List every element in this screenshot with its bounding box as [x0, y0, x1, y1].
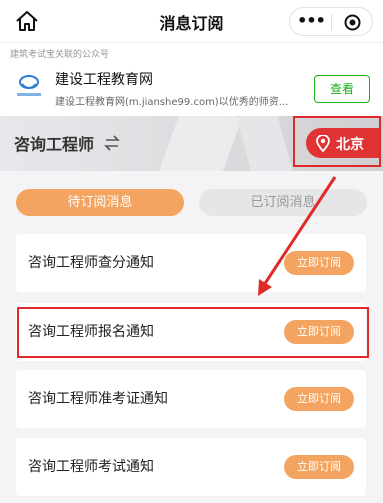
account-name: 建设工程教育网	[55, 72, 153, 88]
banner-decoration	[158, 116, 242, 171]
tab-pending-subscriptions[interactable]: 待订阅消息	[16, 189, 184, 216]
top-bar: 消息订阅 •••	[0, 0, 383, 42]
notification-label: 咨询工程师查分通知	[28, 255, 154, 271]
view-account-button[interactable]: 查看	[314, 75, 370, 103]
capsule-divider	[331, 14, 332, 30]
notification-item: 咨询工程师准考证通知 立即订阅	[16, 370, 366, 428]
account-tag: 建筑考试宝关联的公众号	[10, 50, 110, 60]
subscribe-button[interactable]: 立即订阅	[284, 251, 354, 275]
more-button[interactable]: •••	[296, 12, 326, 32]
tab-subscribed[interactable]: 已订阅消息	[199, 189, 367, 216]
notification-label: 咨询工程师考试通知	[28, 459, 154, 475]
notification-item: 咨询工程师考试通知 立即订阅	[16, 438, 366, 496]
account-description: 建设工程教育网(m.jianshe99.com)以优秀的师资...	[55, 97, 289, 108]
banner-decoration	[236, 116, 294, 171]
exam-name: 咨询工程师	[14, 135, 95, 154]
notification-item: 咨询工程师查分通知 立即订阅	[16, 234, 366, 292]
switch-exam-icon[interactable]	[104, 135, 120, 151]
subscribe-button[interactable]: 立即订阅	[284, 387, 354, 411]
registration-highlight-box	[17, 307, 369, 358]
account-logo-icon	[17, 75, 41, 96]
miniprogram-capsule: •••	[289, 7, 373, 36]
subscribe-button[interactable]: 立即订阅	[284, 455, 354, 479]
close-target-icon[interactable]	[344, 14, 361, 31]
linked-account-card: 建筑考试宝关联的公众号 建设工程教育网 建设工程教育网(m.jianshe99.…	[0, 42, 383, 116]
notification-label: 咨询工程师准考证通知	[28, 391, 168, 407]
location-highlight-box	[293, 116, 381, 167]
